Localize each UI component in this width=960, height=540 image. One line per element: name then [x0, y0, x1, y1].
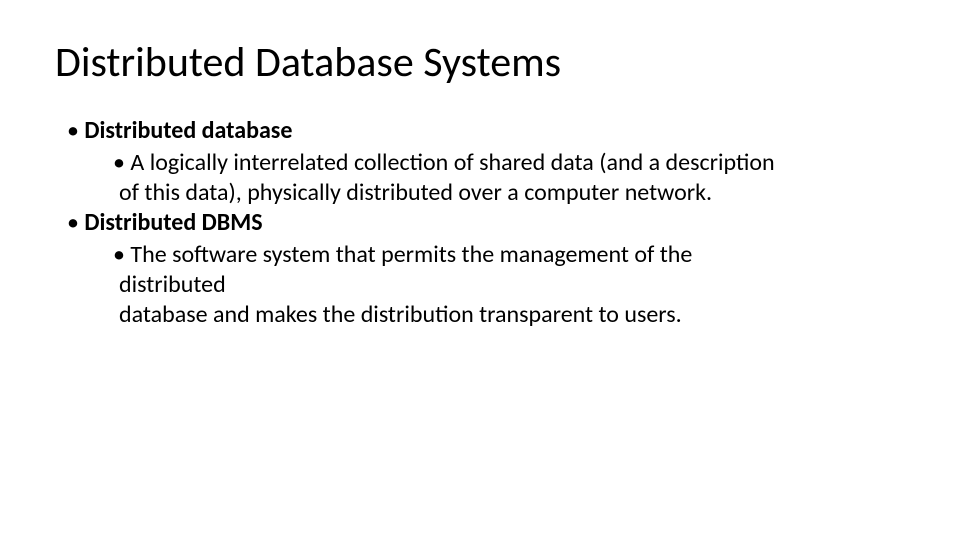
- bullet-level2: • The software system that permits the m…: [113, 240, 905, 270]
- slide-body: • Distributed database • A logically int…: [55, 116, 905, 330]
- bullet-text-cont: distributed: [107, 270, 905, 300]
- bullet-dot-icon: •: [67, 208, 79, 237]
- slide-title: Distributed Database Systems: [55, 40, 905, 86]
- bullet-text: The software system that permits the man…: [130, 240, 692, 269]
- bullet-dot-icon: •: [113, 240, 125, 269]
- bullet-text-cont: of this data), physically distributed ov…: [107, 178, 905, 208]
- bullet-level1: • Distributed DBMS: [67, 208, 905, 238]
- bullet-text-cont: database and makes the distribution tran…: [107, 300, 905, 330]
- bullet-text: A logically interrelated collection of s…: [130, 148, 774, 177]
- bullet-dot-icon: •: [67, 116, 79, 145]
- bullet-label: Distributed database: [84, 116, 292, 145]
- bullet-level2: • A logically interrelated collection of…: [113, 148, 905, 178]
- bullet-label: Distributed DBMS: [84, 208, 262, 237]
- bullet-dot-icon: •: [113, 148, 125, 177]
- bullet-level1: • Distributed database: [67, 116, 905, 146]
- slide: Distributed Database Systems • Distribut…: [0, 0, 960, 540]
